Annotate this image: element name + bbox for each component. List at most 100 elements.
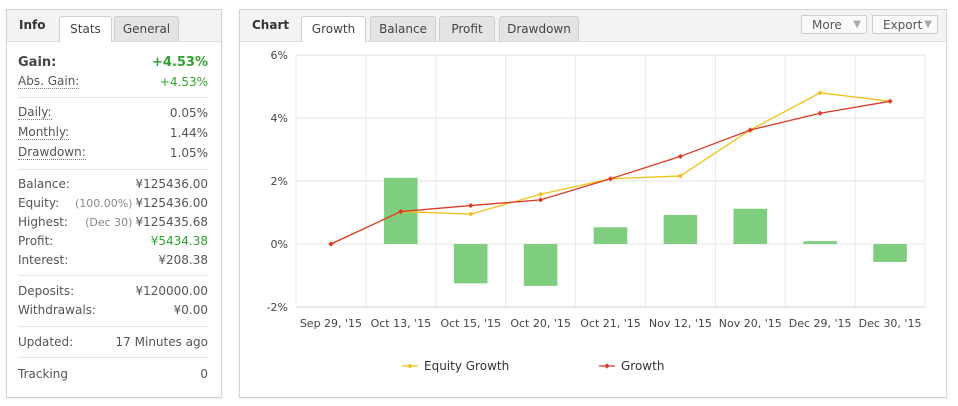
chart-bar (593, 227, 628, 244)
export-label: Export (883, 18, 923, 32)
withdrawals-label: Withdrawals: (18, 303, 96, 317)
chart-panel: Chart Growth Balance Profit Drawdown Mor… (239, 9, 947, 398)
equity-label: Equity: (18, 196, 60, 210)
chevron-down-icon: ▼ (924, 19, 932, 30)
series-point (538, 191, 544, 197)
highest-row: Highest: (Dec 30) ¥125435.68 (18, 213, 208, 231)
series-point (677, 153, 683, 160)
divider (18, 169, 208, 170)
interest-value: ¥208.38 (158, 253, 208, 267)
highest-value: ¥125435.68 (135, 215, 208, 229)
divider (18, 357, 208, 358)
withdrawals-value: ¥0.00 (173, 303, 208, 317)
balance-value: ¥125436.00 (135, 177, 208, 191)
chart-bar (453, 244, 488, 284)
info-panel: Info Stats General Gain: +4.53% Abs. Gai… (6, 9, 222, 398)
legend-marker (407, 363, 413, 369)
abs-gain-value: +4.53% (159, 75, 208, 89)
y-tick-label: -2% (267, 301, 288, 314)
gain-label: Gain: (18, 55, 57, 70)
monthly-row: Monthly: 1.44% (18, 124, 208, 142)
x-tick-label: Oct 21, '15 (580, 317, 641, 330)
daily-value: 0.05% (169, 106, 208, 120)
daily-label: Daily: (18, 105, 52, 120)
abs-gain-label: Abs. Gain: (18, 74, 80, 89)
profit-row: Profit: ¥5434.38 (18, 232, 208, 250)
divider (18, 97, 208, 98)
y-tick-label: 4% (271, 112, 288, 125)
drawdown-label: Drawdown: (18, 145, 86, 160)
interest-row: Interest: ¥208.38 (18, 251, 208, 269)
divider (18, 326, 208, 327)
tab-profit[interactable]: Profit (439, 16, 495, 41)
chart-panel-header: Chart Growth Balance Profit Drawdown Mor… (240, 10, 946, 42)
x-tick-label: Dec 30, '15 (859, 317, 922, 330)
drawdown-row: Drawdown: 1.05% (18, 144, 208, 162)
y-tick-label: 6% (271, 49, 288, 62)
tab-drawdown[interactable]: Drawdown (499, 16, 579, 41)
equity-value-group: (100.00%) ¥125436.00 (75, 194, 208, 213)
x-tick-label: Nov 20, '15 (719, 317, 782, 330)
legend-label: Growth (621, 359, 664, 373)
growth-chart: 6% 4% 2% 0% -2% Sep 29, '15 Oct 13, '15 Oct 15,… (267, 49, 926, 373)
export-dropdown[interactable]: Export ▼ (872, 15, 938, 34)
stats-list: Gain: +4.53% Abs. Gain: +4.53% Daily: 0.… (18, 42, 208, 397)
x-tick-label: Nov 12, '15 (649, 317, 712, 330)
abs-gain-row: Abs. Gain: +4.53% (18, 73, 208, 91)
tab-general[interactable]: General (114, 16, 179, 41)
updated-row: Updated: 17 Minutes ago (18, 333, 208, 351)
tab-stats[interactable]: Stats (59, 16, 112, 42)
equity-row: Equity: (100.00%) ¥125436.00 (18, 194, 208, 212)
legend-marker (604, 363, 610, 369)
series-point (468, 211, 474, 217)
drawdown-value: 1.05% (169, 146, 208, 160)
series-point (538, 197, 544, 203)
series-point (817, 90, 823, 96)
info-panel-header: Info Stats General (7, 10, 221, 42)
series-point (817, 110, 823, 116)
tracking-row: Tracking 0 (18, 365, 208, 383)
x-tick-label: Oct 15, '15 (440, 317, 501, 330)
interest-label: Interest: (18, 253, 69, 267)
divider (18, 275, 208, 276)
updated-label: Updated: (18, 335, 74, 349)
deposits-value: ¥120000.00 (135, 284, 208, 298)
more-dropdown[interactable]: More ▼ (801, 15, 867, 34)
info-panel-title: Info (19, 18, 46, 32)
chart-bar (873, 244, 907, 262)
highest-value-group: (Dec 30) ¥125435.68 (85, 213, 208, 232)
tab-balance[interactable]: Balance (370, 16, 436, 41)
x-tick-label: Oct 20, '15 (510, 317, 571, 330)
chart-legend: Equity Growth Growth (402, 359, 664, 373)
series-point (468, 202, 474, 209)
x-tick-label: Oct 13, '15 (371, 317, 432, 330)
chart-bar (523, 244, 558, 286)
y-tick-label: 2% (271, 175, 288, 188)
gain-row: Gain: +4.53% (18, 52, 208, 74)
equity-value: ¥125436.00 (135, 196, 208, 210)
x-tick-label: Dec 29, '15 (789, 317, 852, 330)
profit-label: Profit: (18, 234, 54, 248)
balance-row: Balance: ¥125436.00 (18, 175, 208, 193)
chart-bar (663, 215, 698, 244)
tracking-value: 0 (200, 367, 208, 381)
x-tick-label: Sep 29, '15 (300, 317, 362, 330)
equity-percent: (100.00%) (74, 197, 133, 210)
chart-bar (803, 241, 837, 244)
updated-value: 17 Minutes ago (115, 335, 208, 349)
chart-bar (733, 208, 768, 244)
gain-value: +4.53% (152, 55, 208, 70)
chevron-down-icon: ▼ (853, 19, 861, 30)
monthly-value: 1.44% (169, 126, 208, 140)
series-point (887, 98, 893, 104)
daily-row: Daily: 0.05% (18, 104, 208, 122)
y-tick-label: 0% (271, 238, 288, 251)
monthly-label: Monthly: (18, 125, 70, 140)
withdrawals-row: Withdrawals: ¥0.00 (18, 301, 208, 319)
tab-growth[interactable]: Growth (301, 16, 366, 42)
chart-panel-title: Chart (252, 18, 290, 32)
deposits-label: Deposits: (18, 284, 75, 298)
profit-value: ¥5434.38 (150, 234, 208, 248)
tracking-label: Tracking (18, 367, 68, 381)
highest-date: (Dec 30) (85, 216, 133, 229)
